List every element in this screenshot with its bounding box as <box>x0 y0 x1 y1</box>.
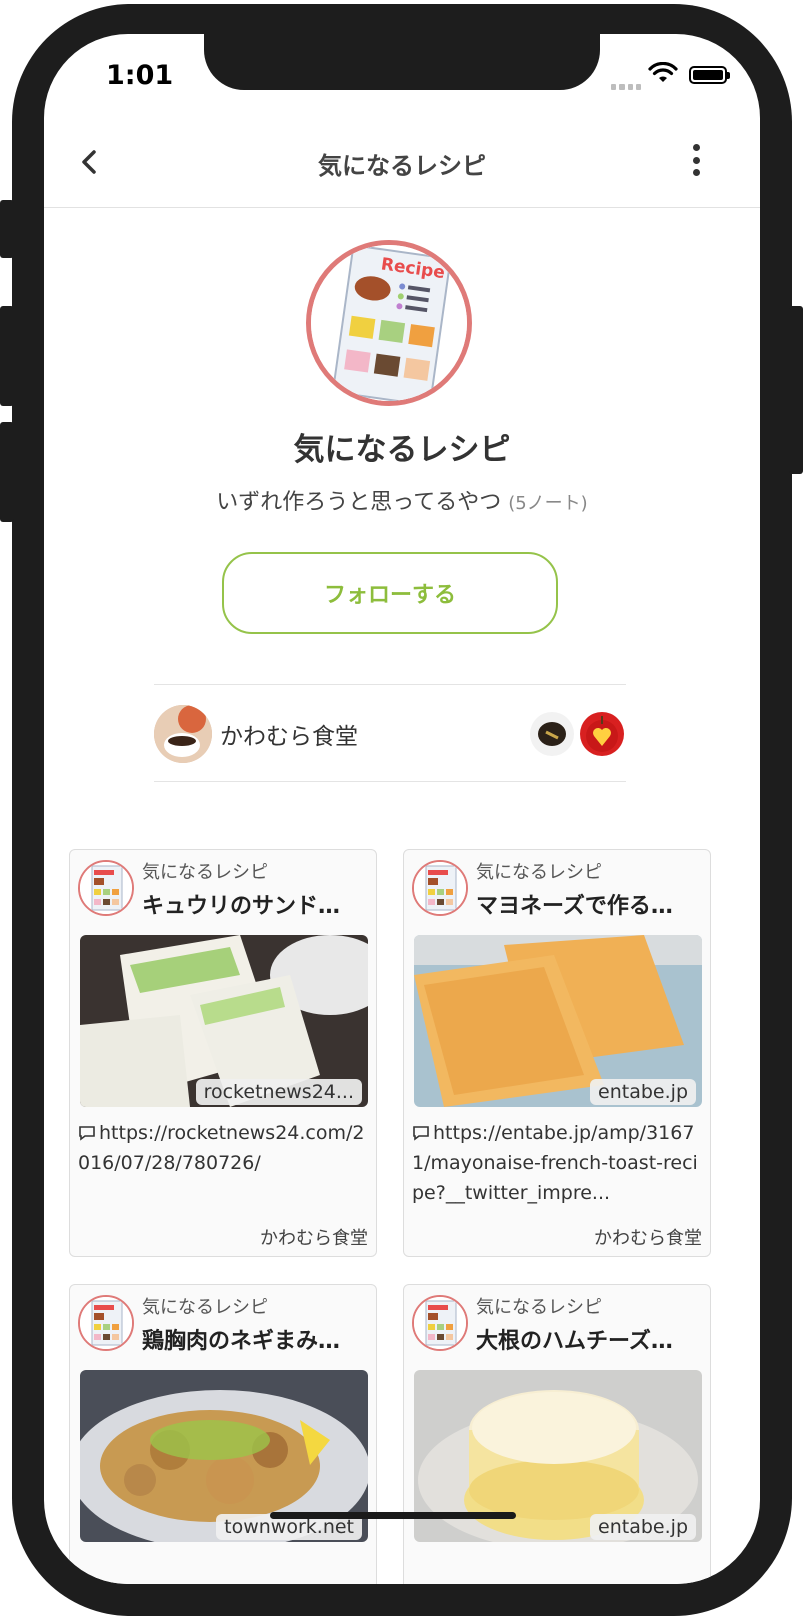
card-collection-avatar <box>412 1295 468 1351</box>
owner-name[interactable]: かわむら食堂 <box>220 717 358 751</box>
card-domain: entabe.jp <box>590 1079 696 1105</box>
more-options-icon[interactable] <box>684 138 708 182</box>
card-url-text[interactable]: https://entabe.jp/amp/31671/mayonaise-fr… <box>412 1122 698 1204</box>
card-collection-avatar <box>78 860 134 916</box>
status-time: 1:01 <box>106 60 174 91</box>
card-url[interactable]: https://rocketnews24.com/2016/07/28/7807… <box>78 1118 372 1178</box>
card-title: キュウリのサンド… <box>142 894 341 919</box>
note-count: (5ノート) <box>508 493 588 514</box>
card-owner: かわむら食堂 <box>260 1228 368 1249</box>
card-url[interactable]: https://entabe.jp/amp/31671/mayonaise-fr… <box>412 1118 706 1208</box>
card-url-text[interactable]: https://rocketnews24.com/2016/07/28/7807… <box>78 1122 365 1174</box>
card-collection-name: 気になるレシピ <box>476 1297 602 1318</box>
owner-row[interactable]: かわむら食堂 <box>154 684 626 782</box>
volume-up-button <box>0 306 14 406</box>
comment-icon <box>413 1126 429 1141</box>
card-collection-avatar <box>78 1295 134 1351</box>
nav-title: 気になるレシピ <box>318 152 486 180</box>
battery-icon <box>689 66 730 84</box>
home-indicator[interactable] <box>270 1512 516 1519</box>
wifi-icon <box>648 62 678 82</box>
note-card[interactable]: 気になるレシピ マヨネーズで作る… entabe.jp https://enta… <box>403 849 711 1257</box>
collection-description-row: いずれ作ろうと思ってるやつ (5ノート) <box>44 484 760 516</box>
card-title: 鶏胸肉のネギまみ… <box>142 1329 341 1354</box>
card-domain: entabe.jp <box>590 1514 696 1540</box>
collection-image: Recipe <box>306 240 472 406</box>
power-button <box>789 306 803 474</box>
nav-bar: 気になるレシピ <box>44 126 760 208</box>
notch <box>204 34 600 90</box>
screen: 1:01 気になるレシピ Recipe 気になるレシピ いずれ作ろうと思ってるや… <box>44 34 760 1584</box>
card-collection-name: 気になるレシピ <box>142 862 268 883</box>
note-card[interactable]: 気になるレシピ 大根のハムチーズ… entabe.jp <box>403 1284 711 1584</box>
note-card[interactable]: 気になるレシピ 鶏胸肉のネギまみ… townwork.net <box>69 1284 377 1584</box>
comment-icon <box>79 1126 95 1141</box>
card-thumbnail: rocketnews24... <box>80 935 368 1107</box>
card-title: 大根のハムチーズ… <box>476 1329 673 1354</box>
card-thumbnail: entabe.jp <box>414 935 702 1107</box>
owner-avatar[interactable] <box>154 705 212 763</box>
card-collection-name: 気になるレシピ <box>476 862 602 883</box>
follower-avatar[interactable] <box>580 712 624 756</box>
card-domain: rocketnews24... <box>195 1079 362 1105</box>
collection-description: いずれ作ろうと思ってるやつ <box>216 490 502 515</box>
card-collection-avatar <box>412 860 468 916</box>
card-title: マヨネーズで作る… <box>476 894 673 919</box>
mute-switch <box>0 200 14 258</box>
cellular-signal-icon <box>611 80 641 90</box>
follower-avatar[interactable] <box>530 712 574 756</box>
volume-down-button <box>0 422 14 522</box>
follow-button[interactable]: フォローする <box>222 552 558 634</box>
card-owner: かわむら食堂 <box>594 1228 702 1249</box>
note-card[interactable]: 気になるレシピ キュウリのサンド… rocketnews24... https:… <box>69 849 377 1257</box>
card-collection-name: 気になるレシピ <box>142 1297 268 1318</box>
collection-title: 気になるレシピ <box>293 432 511 468</box>
